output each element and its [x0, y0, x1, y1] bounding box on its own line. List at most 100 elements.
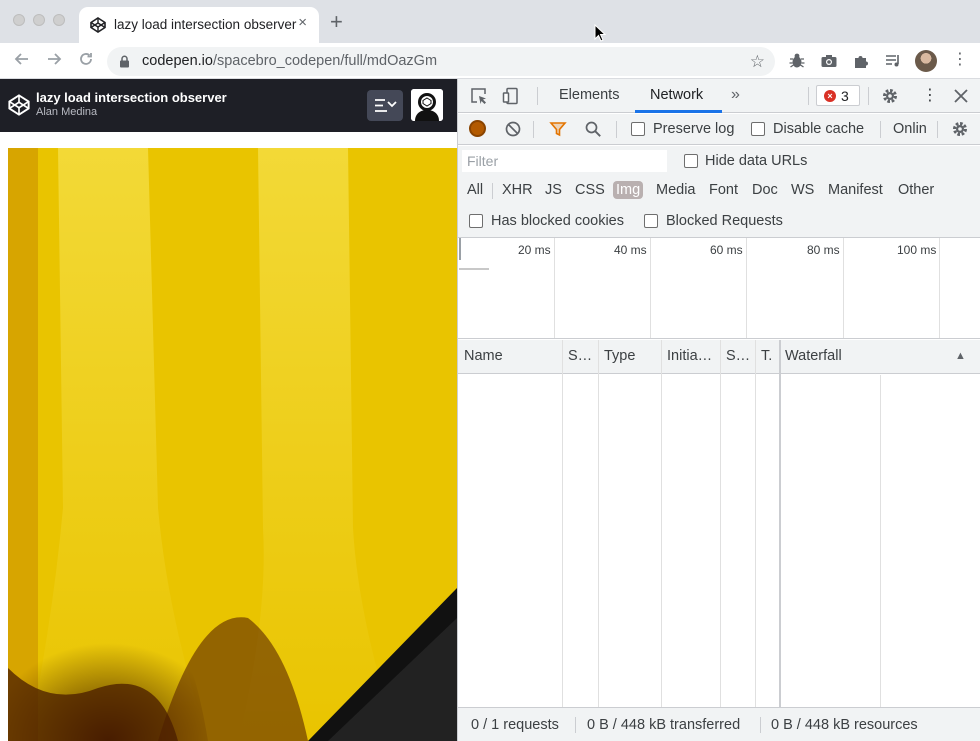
column-divider[interactable] [598, 340, 599, 707]
preserve-log-checkbox[interactable] [631, 122, 645, 136]
tick-line [843, 238, 844, 338]
column-divider[interactable] [779, 340, 781, 707]
type-filter-media[interactable]: Media [654, 181, 698, 199]
tick-label: 80 ms [807, 243, 840, 257]
reload-icon [80, 53, 92, 65]
column-waterfall[interactable]: Waterfall [785, 348, 842, 364]
view-menu-button[interactable] [367, 90, 403, 121]
blocked-requests-label: Blocked Requests [666, 213, 783, 229]
arrow-right-icon [48, 53, 62, 65]
clear-log-icon[interactable] [504, 120, 522, 138]
bookmark-star-icon[interactable]: ☆ [750, 52, 765, 72]
column-name[interactable]: Name [464, 348, 503, 364]
back-button[interactable] [11, 50, 33, 72]
type-filter-all[interactable]: All [465, 181, 485, 199]
tab-network[interactable]: Network [650, 87, 703, 103]
profile-avatar[interactable] [915, 50, 937, 72]
network-settings-gear-icon[interactable] [951, 120, 969, 138]
forward-button[interactable] [43, 50, 65, 72]
image-shading [8, 148, 457, 741]
timeline-start-marker [459, 238, 461, 260]
column-size[interactable]: S… [726, 348, 750, 364]
hide-data-urls-checkbox[interactable] [684, 154, 698, 168]
tick-label: 40 ms [614, 243, 647, 257]
user-avatar-icon [411, 89, 443, 121]
codepen-logo-icon[interactable] [8, 94, 30, 116]
url-text: codepen.io/spacebro_codepen/full/mdOazGm [142, 53, 437, 69]
browser-tabstrip: lazy load intersection observer × + [0, 0, 980, 43]
reload-button[interactable] [75, 50, 97, 72]
type-filter-doc[interactable]: Doc [750, 181, 780, 199]
tick-line [554, 238, 555, 338]
error-icon: × [824, 90, 836, 102]
media-queue-icon[interactable] [884, 52, 902, 70]
filter-funnel-icon[interactable] [549, 120, 567, 138]
more-tabs-icon[interactable]: » [731, 86, 740, 104]
status-divider [760, 717, 761, 733]
user-avatar[interactable] [411, 89, 443, 121]
disable-cache-label: Disable cache [773, 121, 865, 137]
devtools-menu-icon[interactable]: ⋮ [922, 85, 938, 105]
column-type[interactable]: Type [604, 348, 635, 364]
browser-menu-icon[interactable]: ⋮ [952, 52, 968, 68]
inspect-element-icon[interactable] [470, 87, 488, 105]
column-divider[interactable] [720, 340, 721, 707]
filter-input-wrapper [462, 150, 667, 172]
type-filter-img[interactable]: Img [613, 181, 644, 199]
puzzle-extensions-icon[interactable] [852, 52, 870, 70]
filter-input[interactable] [463, 151, 666, 171]
column-status[interactable]: S… [568, 348, 592, 364]
pen-author[interactable]: Alan Medina [36, 106, 97, 118]
window-close-button[interactable] [13, 14, 25, 26]
table-header: Name S… Type Initia… S… T. Waterfall ▲ [458, 340, 980, 374]
bug-extension-icon[interactable] [788, 52, 806, 70]
pen-preview [0, 132, 457, 741]
sort-ascending-icon[interactable]: ▲ [955, 350, 966, 362]
column-divider[interactable] [661, 340, 662, 707]
type-filter-xhr[interactable]: XHR [500, 181, 535, 199]
close-devtools-icon[interactable] [952, 87, 970, 105]
error-count-badge[interactable]: × 3 [816, 85, 860, 106]
window-minimize-button[interactable] [33, 14, 45, 26]
type-filter-other[interactable]: Other [896, 181, 936, 199]
throttling-select[interactable]: Onlin [893, 121, 927, 137]
devtools-tabbar: Elements Network » × 3 ⋮ [458, 79, 980, 113]
toolbar-divider [616, 121, 617, 138]
type-filter-js[interactable]: JS [543, 181, 564, 199]
toolbar-divider [808, 87, 809, 105]
list-chevron-icon [375, 99, 397, 112]
search-icon[interactable] [584, 120, 602, 138]
tab-close-icon[interactable]: × [298, 15, 307, 31]
tick-label: 100 ms [897, 243, 937, 257]
column-time[interactable]: T. [761, 348, 772, 364]
camera-extension-icon[interactable] [820, 52, 838, 70]
type-filter-font[interactable]: Font [707, 181, 740, 199]
has-blocked-cookies-checkbox[interactable] [469, 214, 483, 228]
resources-size: 0 B / 448 kB resources [771, 717, 918, 733]
lock-icon [120, 55, 129, 68]
column-divider[interactable] [562, 340, 563, 707]
device-toolbar-icon[interactable] [502, 87, 520, 105]
new-tab-button[interactable]: + [330, 11, 343, 33]
record-button[interactable] [469, 120, 486, 137]
blocked-requests-checkbox[interactable] [644, 214, 658, 228]
network-overview[interactable]: 20 ms 40 ms 60 ms 80 ms 100 ms [458, 238, 980, 339]
column-initiator[interactable]: Initia… [667, 348, 712, 364]
browser-tab-active[interactable]: lazy load intersection observer × [79, 7, 319, 43]
window-zoom-button[interactable] [53, 14, 65, 26]
transferred-size: 0 B / 448 kB transferred [587, 717, 741, 733]
tick-line [746, 238, 747, 338]
timeline-request-bar [459, 268, 489, 270]
requests-table: Name S… Type Initia… S… T. Waterfall ▲ [458, 340, 980, 707]
type-filter-css[interactable]: CSS [573, 181, 607, 199]
type-filter-manifest[interactable]: Manifest [826, 181, 885, 199]
codepen-favicon-icon [90, 17, 106, 33]
settings-gear-icon[interactable] [881, 87, 899, 105]
type-filter-ws[interactable]: WS [789, 181, 816, 199]
disable-cache-checkbox[interactable] [751, 122, 765, 136]
error-count: 3 [841, 88, 849, 104]
column-divider[interactable] [755, 340, 756, 707]
waterfall-grid-line [880, 375, 881, 707]
address-bar[interactable]: codepen.io/spacebro_codepen/full/mdOazGm… [107, 47, 775, 76]
tab-elements[interactable]: Elements [559, 87, 619, 103]
